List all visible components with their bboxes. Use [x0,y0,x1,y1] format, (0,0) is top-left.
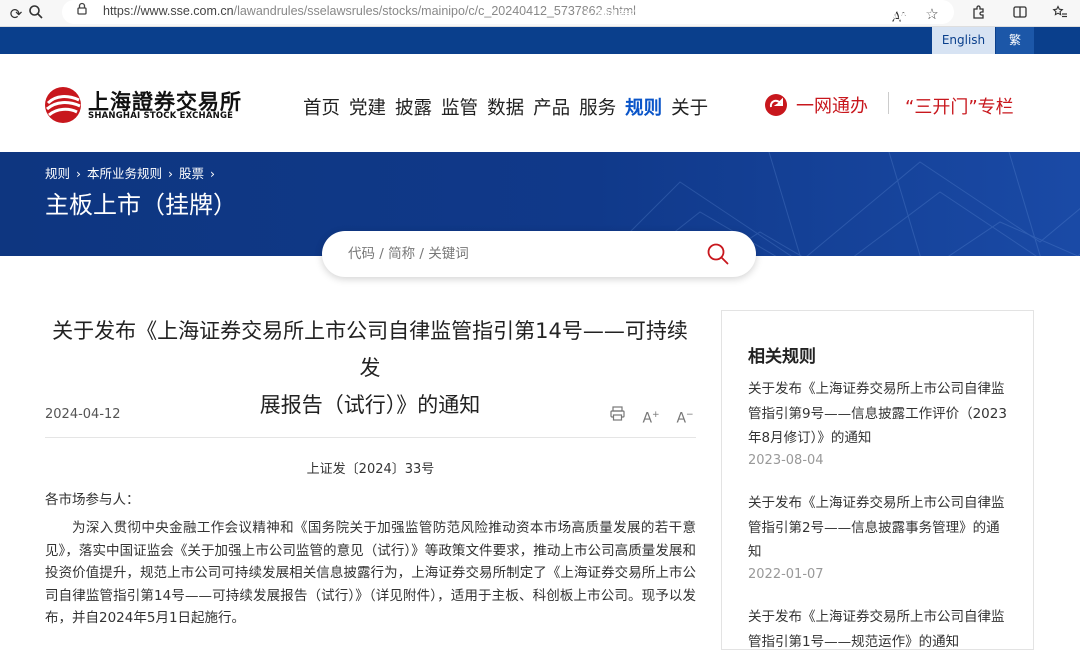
chevron-right-icon: › [76,166,82,181]
document-number: 上证发〔2024〕33号 [306,462,435,477]
article-salutation: 各市场参与人： [45,492,140,508]
font-increase-icon[interactable]: A+ [641,405,661,427]
nav-item-supervision[interactable]: 监管 [441,94,478,120]
logo-english-name: SHANGHAI STOCK EXCHANGE [88,111,234,121]
related-rule-date: 2023-08-04 [748,452,824,468]
site-header: 上海證券交易所 SHANGHAI STOCK EXCHANGE 首页 党建 披露… [0,54,1080,152]
article-date: 2024-04-12 [45,407,121,422]
chevron-right-icon: › [168,166,174,181]
article-title: 关于发布《上海证券交易所上市公司自律监管指引第14号——可持续发 展报告（试行）… [44,313,696,424]
article-body: 为深入贯彻中央金融工作会议精神和《国务院关于加强监管防范风险推动资本市场高质量发… [45,520,696,626]
search-input[interactable] [348,243,678,265]
list-item[interactable]: 关于发布《上海证券交易所上市公司自律监管指引第1号——规范运作》的通知 [748,605,1008,656]
top-utility-bar [0,27,1080,54]
list-item[interactable]: 关于发布《上海证券交易所上市公司自律监管指引第2号——信息披露事务管理》的通知 … [748,491,1008,582]
sse-emblem-icon [45,87,81,123]
chevron-right-icon: › [210,166,216,181]
article-title-line: 展报告（试行）》的通知 [259,393,481,417]
article-title-line: 关于发布《上海证券交易所上市公司自律监管指引第14号——可持续发 [52,319,688,380]
page-title: 主板上市（挂牌） [45,191,237,219]
favorites-list-icon[interactable] [1050,4,1070,24]
related-rule-date: 2022-01-07 [748,566,824,582]
breadcrumb-item-exchange-rules[interactable]: 本所业务规则 [87,166,162,181]
main-nav: 首页 党建 披露 监管 数据 产品 服务 规则 关于 [303,94,717,120]
related-rule-title[interactable]: 关于发布《上海证券交易所上市公司自律监管指引第9号——信息披露工作评价（2023… [748,377,1008,451]
one-stop-service-label: 一网通办 [796,96,868,117]
related-rule-title[interactable]: 关于发布《上海证券交易所上市公司自律监管指引第2号——信息披露事务管理》的通知 [748,491,1008,565]
breadcrumb-item-stocks[interactable]: 股票 [179,166,204,181]
article-tools: A+ A− [607,405,695,427]
breadcrumb-item-rules[interactable]: 规则 [45,166,70,181]
font-decrease-icon[interactable]: A− [675,405,695,427]
header-divider [888,92,889,114]
refresh-icon[interactable]: ⟳ [6,4,26,24]
weibo-weixin-link[interactable]: 微博微信 [885,8,933,22]
nav-item-party[interactable]: 党建 [349,94,386,120]
article-divider [45,437,696,438]
breadcrumb: 规则 › 本所业务规则 › 股票 › [45,163,221,182]
nav-item-rules[interactable]: 规则 [625,94,662,120]
app-download-link[interactable]: APP下载 [824,8,871,22]
traditional-chinese-button[interactable]: 繁 [996,27,1034,54]
nav-item-home[interactable]: 首页 [303,94,340,120]
nav-item-products[interactable]: 产品 [533,94,570,120]
list-item[interactable]: 关于发布《上海证券交易所上市公司自律监管指引第9号——信息披露工作评价（2023… [748,377,1008,468]
print-icon[interactable] [607,405,627,425]
related-rule-title[interactable]: 关于发布《上海证券交易所上市公司自律监管指引第1号——规范运作》的通知 [748,605,1008,654]
three-open-doors-link[interactable]: “三开门”专栏 [905,93,1014,119]
search-icon[interactable] [706,242,730,266]
nav-item-about[interactable]: 关于 [671,94,708,120]
nav-item-services[interactable]: 服务 [579,94,616,120]
one-stop-service-icon [765,94,787,116]
related-rules-heading: 相关规则 [748,347,816,367]
search-icon[interactable] [26,4,46,24]
extensions-icon[interactable] [969,4,989,24]
url-text[interactable]: https://www.sse.com.cn/lawandrules/ssela… [103,4,636,18]
url-host: https://www.sse.com.cn [103,4,234,18]
english-button[interactable]: English [932,27,995,54]
site-info-icon[interactable] [72,2,92,22]
nav-item-disclosure[interactable]: 披露 [395,94,432,120]
related-rules-panel: 相关规则 关于发布《上海证券交易所上市公司自律监管指引第9号——信息披露工作评价… [721,310,1034,650]
nav-item-data[interactable]: 数据 [487,94,524,120]
service-hotline: 上海证券交易所服务热线：400-8888-400 [581,8,811,22]
one-stop-service-link[interactable]: 一网通办 [764,92,868,118]
top-utility-links: 上海证券交易所服务热线：400-8888-400 APP下载 微博微信 [572,6,933,23]
split-screen-icon[interactable] [1010,4,1030,24]
search-box [322,231,756,277]
